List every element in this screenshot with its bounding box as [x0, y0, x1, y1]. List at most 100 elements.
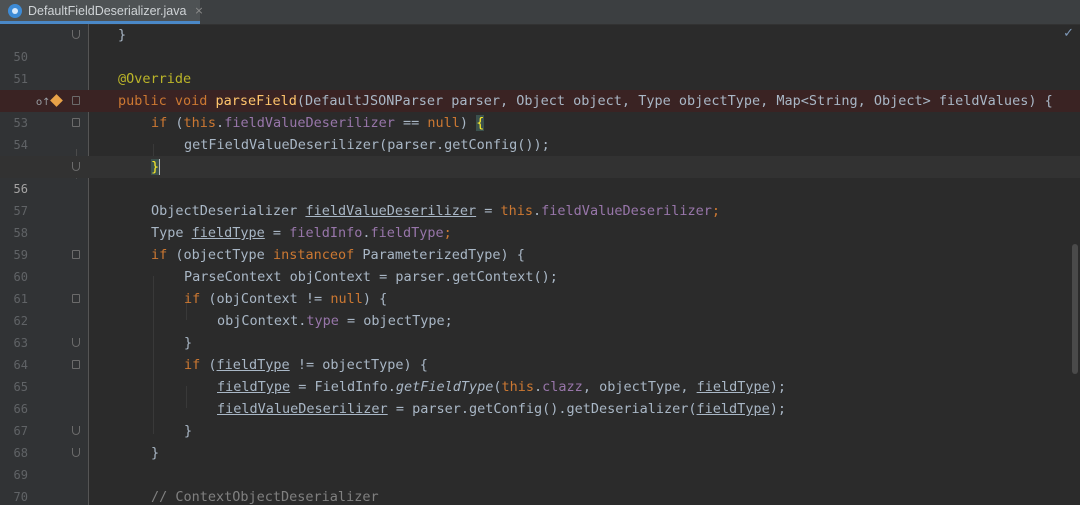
code-text: = [476, 203, 501, 219]
code-line[interactable]: 68 } [0, 420, 1080, 460]
tab-filename: DefaultFieldDeserializer.java [28, 3, 187, 18]
keyword: if [184, 291, 209, 307]
code-text: , objectType, [582, 379, 697, 395]
code-text: != objectType) { [289, 357, 428, 373]
code-text: } [184, 423, 193, 439]
code-line[interactable]: 54 if (this.fieldValueDeserilizer == nul… [0, 112, 1080, 152]
code-line[interactable]: 57 [0, 178, 1080, 218]
keyword: this [500, 203, 534, 219]
matched-brace: { [476, 115, 485, 131]
code-line[interactable]: 50 } [0, 24, 1080, 64]
code-text: } [118, 27, 127, 43]
code-text: ) [459, 115, 477, 131]
code-line[interactable]: 61 ParseContext objContext = parser.getC… [0, 266, 1080, 306]
code-text: ); [769, 401, 786, 417]
keyword: if [151, 115, 176, 131]
code-line[interactable]: 69 } [0, 442, 1080, 482]
field-name: type [306, 313, 339, 329]
code-editor[interactable]: 50 } 51 52 @Override 53 o↑ public void p… [0, 24, 1080, 505]
overrides-method-icon[interactable]: o↑ [36, 92, 51, 114]
variable-name: fieldType [191, 225, 265, 241]
fold-start-icon[interactable] [72, 118, 80, 127]
java-class-icon [8, 3, 22, 18]
variable-name: fieldType [696, 379, 770, 395]
code-text: = [264, 225, 290, 241]
static-method-name: getFieldType [395, 379, 494, 395]
variable-name: fieldType [217, 379, 291, 395]
close-tab-icon[interactable]: × [194, 4, 203, 17]
code-text: ( [175, 115, 184, 131]
code-text: ); [769, 379, 787, 395]
code-text: ; [443, 225, 452, 241]
code-text: Type [151, 225, 192, 241]
code-line[interactable]: 59 Type fieldType = fieldInfo.fieldType; [0, 222, 1080, 262]
keyword: if [184, 357, 209, 373]
code-text: == [394, 115, 428, 131]
file-tab[interactable]: DefaultFieldDeserializer.java × [0, 0, 204, 24]
inspection-ok-icon[interactable]: ✓ [1063, 26, 1074, 41]
code-line[interactable]: 71 // ContextObjectDeserializer [0, 486, 1080, 505]
code-text: (objectType [175, 247, 273, 263]
code-text: ObjectDeserializer [151, 203, 306, 219]
code-line[interactable]: 62 if (objContext != null) { [0, 288, 1080, 328]
code-line[interactable]: 66 fieldType = FieldInfo.getFieldType(th… [0, 376, 1080, 416]
code-text: . [534, 379, 543, 395]
fold-start-icon[interactable] [72, 96, 80, 105]
code-line-breakpoint[interactable]: 53 o↑ public void parseField(DefaultJSON… [0, 90, 1080, 130]
field-name: fieldValueDeserilizer [541, 203, 712, 219]
fold-end-icon[interactable] [72, 338, 80, 347]
keyword: this [501, 379, 535, 395]
code-line[interactable]: 52 @Override [0, 68, 1080, 108]
code-text: ( [493, 379, 502, 395]
code-text: = objectType; [338, 313, 453, 329]
matched-brace: } [151, 159, 160, 175]
fold-end-icon[interactable] [72, 30, 80, 39]
code-text: . [216, 115, 225, 131]
code-line[interactable]: 51 [0, 46, 1080, 86]
fold-end-icon[interactable] [72, 162, 80, 171]
fold-start-icon[interactable] [72, 360, 80, 369]
code-text: = FieldInfo. [290, 379, 396, 395]
code-text: (DefaultJSONParser parser, Object object… [296, 93, 1053, 109]
code-line-current[interactable]: 56 } [0, 156, 1080, 196]
comment: // ContextObjectDeserializer [151, 489, 379, 505]
vertical-scrollbar[interactable] [1072, 244, 1078, 374]
code-line[interactable]: 67 fieldValueDeserilizer = parser.getCon… [0, 398, 1080, 438]
code-line[interactable]: 60 if (objectType instanceof Parameteriz… [0, 244, 1080, 284]
fold-end-icon[interactable] [72, 426, 80, 435]
code-text: = parser.getConfig().getDeserializer( [387, 401, 697, 417]
code-line[interactable]: 55 getFieldValueDeserilizer(parser.getCo… [0, 134, 1080, 174]
code-text: ( [208, 357, 217, 373]
keyword: this [183, 115, 217, 131]
keyword: null [427, 115, 460, 131]
text-caret [159, 159, 161, 175]
code-text: objContext. [217, 313, 307, 329]
code-text: } [151, 445, 160, 461]
code-text: ParseContext objContext = parser.getCont… [184, 269, 558, 285]
variable-name: fieldValueDeserilizer [305, 203, 477, 219]
fold-start-icon[interactable] [72, 294, 80, 303]
code-text: . [533, 203, 542, 219]
variable-name: fieldValueDeserilizer [217, 401, 388, 417]
code-line[interactable]: 58 ObjectDeserializer fieldValueDeserili… [0, 200, 1080, 240]
code-text: } [184, 335, 193, 351]
code-text: ; [711, 203, 720, 219]
code-line[interactable]: 63 objContext.type = objectType; [0, 310, 1080, 350]
code-text: ) { [362, 291, 388, 307]
breakpoint-icon[interactable] [50, 94, 63, 107]
keyword: null [330, 291, 363, 307]
keyword: public void [118, 93, 216, 109]
method-name: parseField [215, 93, 297, 109]
code-text: getFieldValueDeserilizer(parser.getConfi… [184, 137, 550, 153]
variable-name: fieldType [696, 401, 770, 417]
keyword: instanceof [272, 247, 355, 263]
code-text: (objContext != [208, 291, 331, 307]
fold-end-icon[interactable] [72, 448, 80, 457]
code-line[interactable]: 64 } [0, 332, 1080, 372]
code-line[interactable]: 70 [0, 464, 1080, 504]
keyword: if [151, 247, 176, 263]
field-name: fieldType [370, 225, 444, 241]
field-name: fieldInfo [289, 225, 363, 241]
code-line[interactable]: 65 if (fieldType != objectType) { [0, 354, 1080, 394]
fold-start-icon[interactable] [72, 250, 80, 259]
